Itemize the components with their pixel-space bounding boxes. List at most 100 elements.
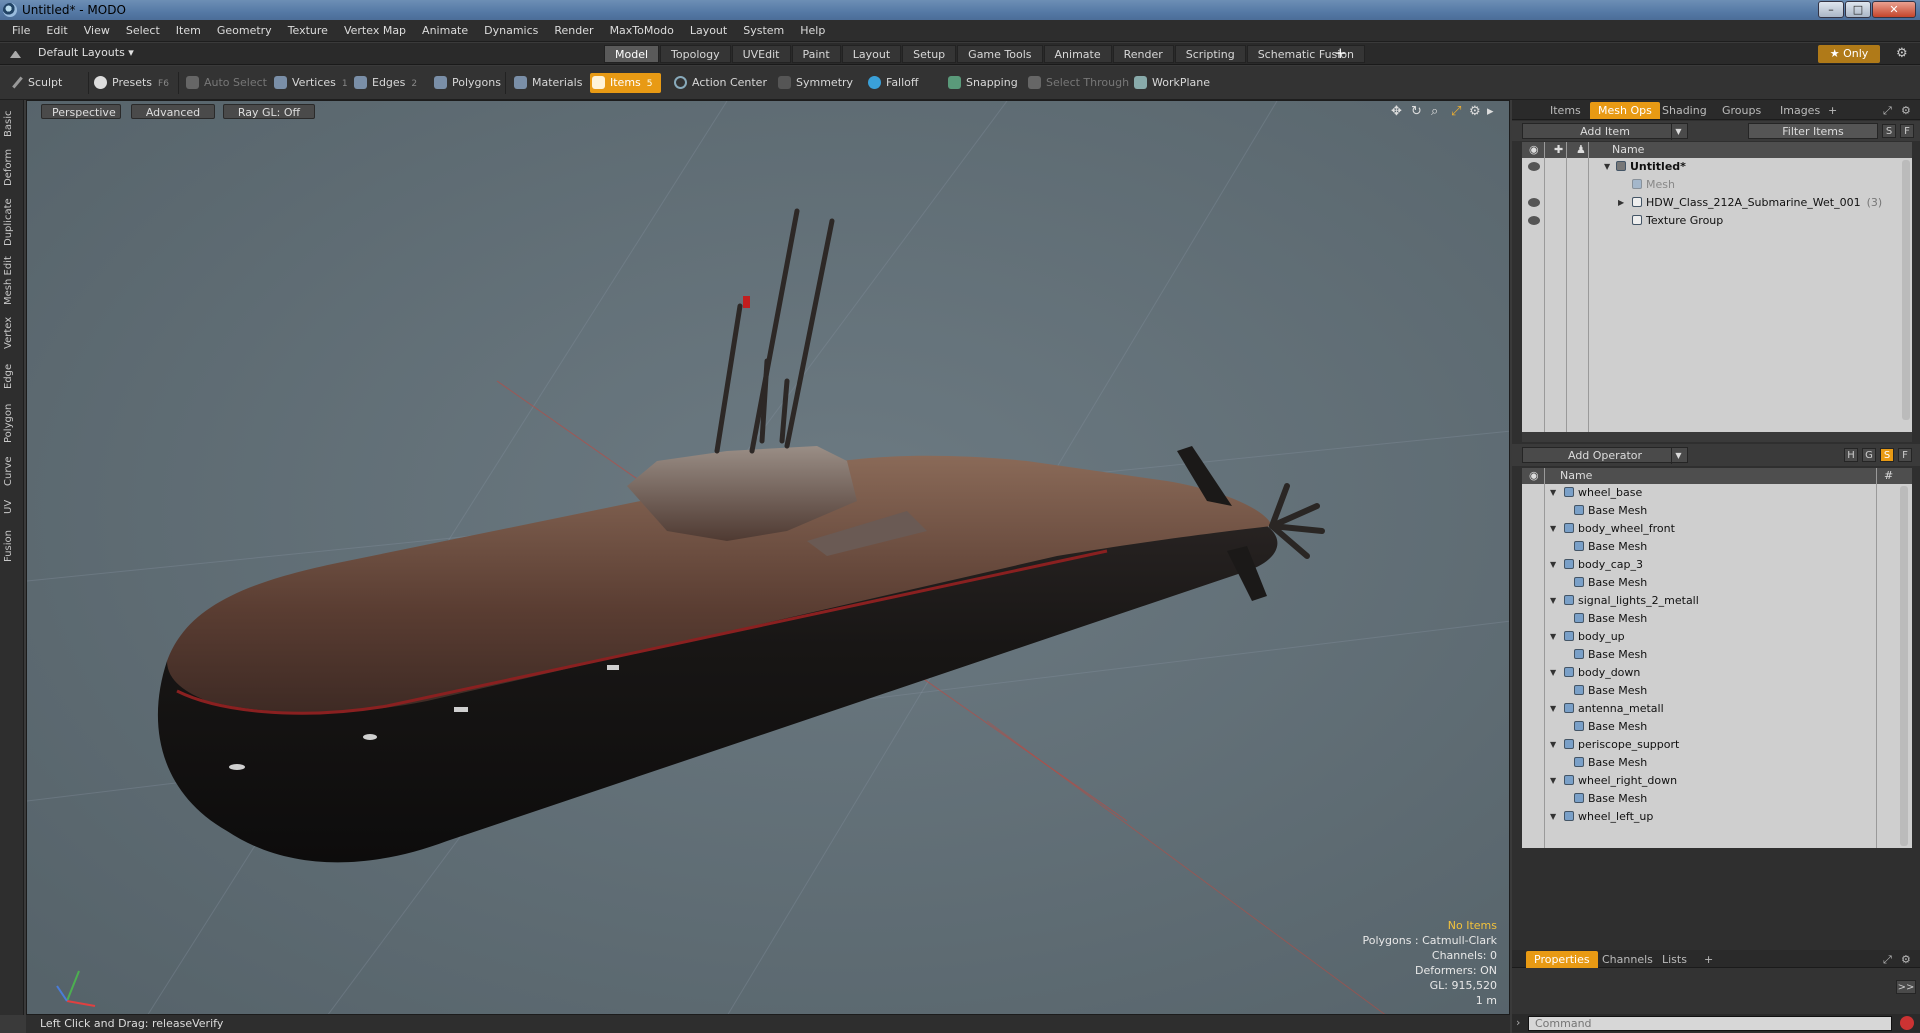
raygl-toggle[interactable]: Ray GL: Off — [223, 104, 315, 119]
operator-base-mesh-row[interactable]: Base Mesh — [1522, 538, 1912, 556]
add-panel-tab[interactable]: + — [1820, 102, 1845, 119]
expand-icon[interactable]: ⤢ — [1880, 951, 1895, 968]
menu-animate[interactable]: Animate — [414, 20, 476, 42]
maximize-view-icon[interactable]: ⤢ — [1451, 104, 1461, 119]
menu-system[interactable]: System — [735, 20, 792, 42]
snapping-button[interactable]: Snapping — [946, 73, 1018, 93]
record-icon[interactable] — [1900, 1016, 1914, 1030]
operator-row[interactable]: ▼ body_wheel_front — [1522, 520, 1912, 538]
menu-vertex-map[interactable]: Vertex Map — [336, 20, 414, 42]
left-tab-edge[interactable]: Edge — [3, 360, 21, 392]
lock-icon[interactable]: ✚ — [1554, 142, 1563, 158]
vertices-button[interactable]: Vertices 1 — [272, 73, 348, 93]
tab-paint[interactable]: Paint — [791, 45, 841, 63]
pin-icon[interactable]: ♟ — [1576, 142, 1586, 158]
left-tab-duplicate[interactable]: Duplicate — [3, 196, 21, 248]
3d-viewport[interactable]: Perspective Advanced Ray GL: Off ✥ ↻ ⌕ ⤢… — [26, 100, 1510, 1015]
left-tab-basic[interactable]: Basic — [3, 106, 21, 142]
add-operator-dropdown[interactable]: Add Operator ▼ — [1522, 447, 1688, 464]
operator-row[interactable]: ▼ wheel_right_down — [1522, 772, 1912, 790]
tab-channels[interactable]: Channels — [1594, 951, 1661, 968]
collapse-triangle-icon[interactable]: ▼ — [1550, 736, 1556, 754]
operator-base-mesh-row[interactable]: Base Mesh — [1522, 790, 1912, 808]
tab-uvedit[interactable]: UVEdit — [731, 45, 791, 63]
perspective-dropdown[interactable]: Perspective — [41, 104, 121, 119]
tab-setup[interactable]: Setup — [902, 45, 957, 63]
zoom-view-icon[interactable]: ⌕ — [1431, 104, 1438, 119]
collapse-triangle-icon[interactable]: ▼ — [1550, 556, 1556, 574]
collapse-triangle-icon[interactable]: ▼ — [1604, 158, 1610, 176]
operator-row[interactable]: ▼ body_up — [1522, 628, 1912, 646]
collapse-triangle-icon[interactable]: ▼ — [1550, 520, 1556, 538]
item-row-submarine[interactable]: ▶ HDW_Class_212A_Submarine_Wet_001 (3) — [1522, 194, 1912, 212]
operators-scrollbar[interactable] — [1900, 486, 1908, 846]
select-through-button[interactable]: Select Through — [1026, 73, 1129, 93]
operator-row[interactable]: ▼ periscope_support — [1522, 736, 1912, 754]
menu-maxtomodo[interactable]: MaxToModo — [602, 20, 682, 42]
tab-properties[interactable]: Properties — [1526, 951, 1598, 968]
menu-layout[interactable]: Layout — [682, 20, 735, 42]
default-layouts-dropdown[interactable]: Default Layouts ▾ — [38, 46, 134, 59]
menu-help[interactable]: Help — [792, 20, 833, 42]
close-button[interactable]: ✕ — [1872, 1, 1916, 18]
operator-row[interactable]: ▼ antenna_metall — [1522, 700, 1912, 718]
collapse-triangle-icon[interactable]: ▼ — [1550, 664, 1556, 682]
maximize-button[interactable]: □ — [1845, 1, 1871, 18]
presets-button[interactable]: Presets F6 — [92, 73, 169, 93]
left-tab-deform[interactable]: Deform — [3, 146, 21, 188]
minimize-button[interactable]: – — [1818, 1, 1844, 18]
materials-button[interactable]: Materials — [512, 73, 582, 93]
collapse-triangle-icon[interactable]: ▼ — [1550, 484, 1556, 502]
operator-base-mesh-row[interactable]: Base Mesh — [1522, 502, 1912, 520]
left-tab-uv[interactable]: UV — [3, 496, 21, 518]
menu-item[interactable]: Item — [168, 20, 209, 42]
symmetry-button[interactable]: Symmetry — [776, 73, 853, 93]
items-button[interactable]: Items 5 — [590, 73, 661, 93]
action-center-button[interactable]: Action Center — [672, 73, 767, 93]
items-scrollbar[interactable] — [1902, 160, 1910, 420]
item-row-texture-group[interactable]: Texture Group — [1522, 212, 1912, 230]
only-toggle-button[interactable]: ★ Only — [1818, 45, 1880, 63]
left-tab-fusion[interactable]: Fusion — [3, 526, 21, 566]
advanced-dropdown[interactable]: Advanced — [131, 104, 215, 119]
items-f-button[interactable]: F — [1900, 124, 1914, 138]
left-tab-polygon[interactable]: Polygon — [3, 400, 21, 446]
operator-base-mesh-row[interactable]: Base Mesh — [1522, 646, 1912, 664]
auto-select-button[interactable]: Auto Select — [184, 73, 267, 93]
eye-icon[interactable] — [1528, 162, 1540, 171]
tab-render[interactable]: Render — [1112, 45, 1174, 63]
workplane-button[interactable]: WorkPlane — [1132, 73, 1210, 93]
items-s-button[interactable]: S — [1882, 124, 1896, 138]
ops-h-button[interactable]: H — [1844, 448, 1858, 462]
gear-icon[interactable]: ⚙ — [1896, 46, 1908, 61]
tab-lists[interactable]: Lists — [1654, 951, 1695, 968]
expand-triangle-icon[interactable]: ▶ — [1618, 194, 1624, 212]
ops-f-button[interactable]: F — [1898, 448, 1912, 462]
expand-properties-button[interactable]: >> — [1896, 980, 1916, 994]
edges-button[interactable]: Edges 2 — [352, 73, 417, 93]
tab-topology[interactable]: Topology — [660, 45, 731, 63]
menu-edit[interactable]: Edit — [38, 20, 75, 42]
tab-game-tools[interactable]: Game Tools — [957, 45, 1043, 63]
visibility-icon[interactable]: ◉ — [1529, 468, 1539, 484]
items-hscroll[interactable] — [1522, 432, 1912, 442]
operator-row[interactable]: ▼ wheel_base — [1522, 484, 1912, 502]
left-tab-vertex[interactable]: Vertex — [3, 314, 21, 352]
visibility-icon[interactable]: ◉ — [1529, 142, 1539, 158]
panel-gear-icon[interactable]: ⚙ — [1898, 951, 1914, 968]
left-tab-curve[interactable]: Curve — [3, 454, 21, 488]
falloff-button[interactable]: Falloff — [866, 73, 918, 93]
operator-row[interactable]: ▼ wheel_left_up — [1522, 808, 1912, 826]
collapse-triangle-icon[interactable]: ▼ — [1550, 628, 1556, 646]
operator-base-mesh-row[interactable]: Base Mesh — [1522, 754, 1912, 772]
tab-model[interactable]: Model — [604, 45, 660, 63]
add-item-dropdown[interactable]: Add Item ▼ — [1522, 123, 1688, 140]
operator-base-mesh-row[interactable]: Base Mesh — [1522, 610, 1912, 628]
tab-mesh-ops[interactable]: Mesh Ops — [1590, 102, 1660, 119]
collapse-triangle-icon[interactable]: ▼ — [1550, 808, 1556, 826]
left-tab-mesh-edit[interactable]: Mesh Edit — [3, 256, 21, 306]
add-panel-tab[interactable]: + — [1696, 951, 1721, 968]
menu-view[interactable]: View — [76, 20, 118, 42]
ops-s-button[interactable]: S — [1880, 448, 1894, 462]
sculpt-button[interactable]: Sculpt — [8, 73, 62, 93]
